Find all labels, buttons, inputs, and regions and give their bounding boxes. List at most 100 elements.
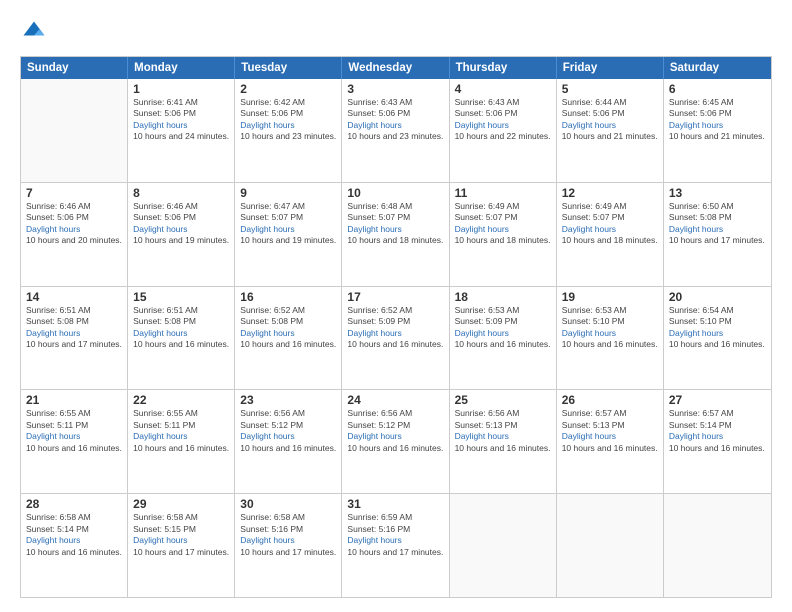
daylight-label: Daylight hours [347,120,401,130]
day-1: 1Sunrise: 6:41 AMSunset: 5:06 PMDaylight… [128,79,235,182]
day-number: 13 [669,186,766,200]
week-row-1: 1Sunrise: 6:41 AMSunset: 5:06 PMDaylight… [21,79,771,182]
daylight-label: Daylight hours [240,120,294,130]
day-number: 1 [133,82,229,96]
day-info: Sunrise: 6:43 AMSunset: 5:06 PMDaylight … [455,97,551,143]
day-13: 13Sunrise: 6:50 AMSunset: 5:08 PMDayligh… [664,183,771,286]
day-10: 10Sunrise: 6:48 AMSunset: 5:07 PMDayligh… [342,183,449,286]
daylight-label: Daylight hours [26,328,80,338]
daylight-label: Daylight hours [669,120,723,130]
day-4: 4Sunrise: 6:43 AMSunset: 5:06 PMDaylight… [450,79,557,182]
day-info: Sunrise: 6:56 AMSunset: 5:12 PMDaylight … [347,408,443,454]
weekday-header-wednesday: Wednesday [342,57,449,79]
day-number: 4 [455,82,551,96]
day-number: 26 [562,393,658,407]
daylight-label: Daylight hours [669,431,723,441]
daylight-label: Daylight hours [562,224,616,234]
day-info: Sunrise: 6:56 AMSunset: 5:12 PMDaylight … [240,408,336,454]
day-number: 12 [562,186,658,200]
day-info: Sunrise: 6:48 AMSunset: 5:07 PMDaylight … [347,201,443,247]
day-info: Sunrise: 6:54 AMSunset: 5:10 PMDaylight … [669,305,766,351]
day-31: 31Sunrise: 6:59 AMSunset: 5:16 PMDayligh… [342,494,449,597]
day-info: Sunrise: 6:53 AMSunset: 5:10 PMDaylight … [562,305,658,351]
logo-icon [20,18,48,46]
daylight-label: Daylight hours [133,120,187,130]
day-17: 17Sunrise: 6:52 AMSunset: 5:09 PMDayligh… [342,287,449,390]
day-number: 16 [240,290,336,304]
day-number: 9 [240,186,336,200]
day-number: 29 [133,497,229,511]
daylight-label: Daylight hours [26,535,80,545]
day-info: Sunrise: 6:58 AMSunset: 5:16 PMDaylight … [240,512,336,558]
day-info: Sunrise: 6:45 AMSunset: 5:06 PMDaylight … [669,97,766,143]
day-19: 19Sunrise: 6:53 AMSunset: 5:10 PMDayligh… [557,287,664,390]
day-info: Sunrise: 6:41 AMSunset: 5:06 PMDaylight … [133,97,229,143]
day-12: 12Sunrise: 6:49 AMSunset: 5:07 PMDayligh… [557,183,664,286]
day-number: 6 [669,82,766,96]
daylight-label: Daylight hours [562,431,616,441]
daylight-label: Daylight hours [240,328,294,338]
day-number: 18 [455,290,551,304]
daylight-label: Daylight hours [347,535,401,545]
day-info: Sunrise: 6:42 AMSunset: 5:06 PMDaylight … [240,97,336,143]
daylight-label: Daylight hours [347,431,401,441]
day-16: 16Sunrise: 6:52 AMSunset: 5:08 PMDayligh… [235,287,342,390]
week-row-4: 21Sunrise: 6:55 AMSunset: 5:11 PMDayligh… [21,389,771,493]
daylight-label: Daylight hours [133,431,187,441]
day-info: Sunrise: 6:50 AMSunset: 5:08 PMDaylight … [669,201,766,247]
day-number: 7 [26,186,122,200]
daylight-label: Daylight hours [240,431,294,441]
daylight-label: Daylight hours [347,224,401,234]
daylight-label: Daylight hours [455,120,509,130]
empty-day [664,494,771,597]
day-info: Sunrise: 6:49 AMSunset: 5:07 PMDaylight … [455,201,551,247]
day-29: 29Sunrise: 6:58 AMSunset: 5:15 PMDayligh… [128,494,235,597]
weekday-header-thursday: Thursday [450,57,557,79]
day-info: Sunrise: 6:44 AMSunset: 5:06 PMDaylight … [562,97,658,143]
calendar: SundayMondayTuesdayWednesdayThursdayFrid… [20,56,772,598]
day-8: 8Sunrise: 6:46 AMSunset: 5:06 PMDaylight… [128,183,235,286]
day-number: 28 [26,497,122,511]
day-6: 6Sunrise: 6:45 AMSunset: 5:06 PMDaylight… [664,79,771,182]
daylight-label: Daylight hours [240,224,294,234]
day-number: 15 [133,290,229,304]
day-27: 27Sunrise: 6:57 AMSunset: 5:14 PMDayligh… [664,390,771,493]
header [20,18,772,46]
daylight-label: Daylight hours [455,431,509,441]
day-info: Sunrise: 6:58 AMSunset: 5:14 PMDaylight … [26,512,122,558]
day-info: Sunrise: 6:46 AMSunset: 5:06 PMDaylight … [26,201,122,247]
day-info: Sunrise: 6:49 AMSunset: 5:07 PMDaylight … [562,201,658,247]
day-3: 3Sunrise: 6:43 AMSunset: 5:06 PMDaylight… [342,79,449,182]
day-number: 8 [133,186,229,200]
day-5: 5Sunrise: 6:44 AMSunset: 5:06 PMDaylight… [557,79,664,182]
day-info: Sunrise: 6:56 AMSunset: 5:13 PMDaylight … [455,408,551,454]
day-info: Sunrise: 6:57 AMSunset: 5:13 PMDaylight … [562,408,658,454]
day-info: Sunrise: 6:58 AMSunset: 5:15 PMDaylight … [133,512,229,558]
day-number: 23 [240,393,336,407]
day-number: 20 [669,290,766,304]
day-15: 15Sunrise: 6:51 AMSunset: 5:08 PMDayligh… [128,287,235,390]
day-info: Sunrise: 6:57 AMSunset: 5:14 PMDaylight … [669,408,766,454]
day-info: Sunrise: 6:51 AMSunset: 5:08 PMDaylight … [133,305,229,351]
daylight-label: Daylight hours [133,328,187,338]
day-number: 11 [455,186,551,200]
day-2: 2Sunrise: 6:42 AMSunset: 5:06 PMDaylight… [235,79,342,182]
day-info: Sunrise: 6:53 AMSunset: 5:09 PMDaylight … [455,305,551,351]
day-info: Sunrise: 6:43 AMSunset: 5:06 PMDaylight … [347,97,443,143]
day-24: 24Sunrise: 6:56 AMSunset: 5:12 PMDayligh… [342,390,449,493]
day-number: 19 [562,290,658,304]
day-11: 11Sunrise: 6:49 AMSunset: 5:07 PMDayligh… [450,183,557,286]
day-number: 24 [347,393,443,407]
page: SundayMondayTuesdayWednesdayThursdayFrid… [0,0,792,612]
day-info: Sunrise: 6:55 AMSunset: 5:11 PMDaylight … [133,408,229,454]
day-number: 17 [347,290,443,304]
daylight-label: Daylight hours [669,328,723,338]
day-7: 7Sunrise: 6:46 AMSunset: 5:06 PMDaylight… [21,183,128,286]
day-26: 26Sunrise: 6:57 AMSunset: 5:13 PMDayligh… [557,390,664,493]
day-number: 3 [347,82,443,96]
week-row-3: 14Sunrise: 6:51 AMSunset: 5:08 PMDayligh… [21,286,771,390]
daylight-label: Daylight hours [26,431,80,441]
calendar-header: SundayMondayTuesdayWednesdayThursdayFrid… [21,57,771,79]
day-info: Sunrise: 6:52 AMSunset: 5:08 PMDaylight … [240,305,336,351]
week-row-5: 28Sunrise: 6:58 AMSunset: 5:14 PMDayligh… [21,493,771,597]
